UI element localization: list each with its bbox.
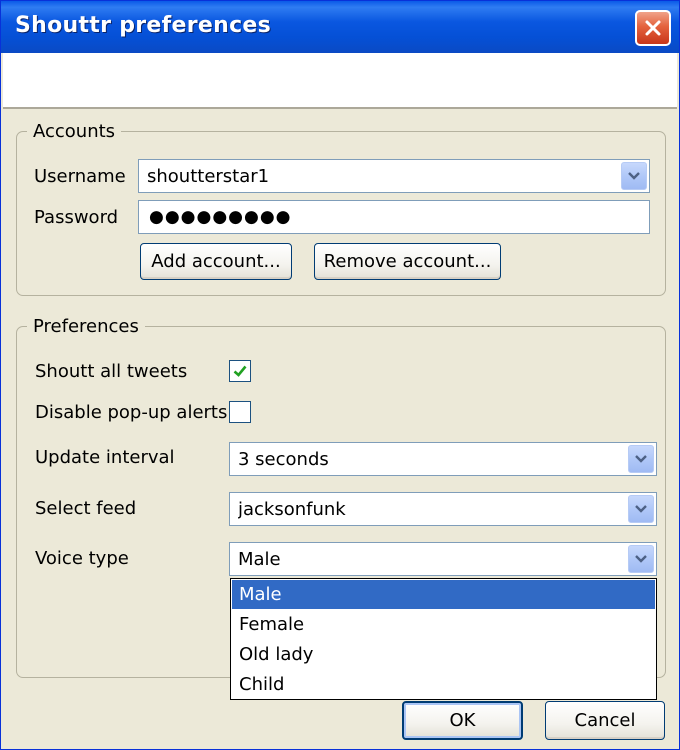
ok-button[interactable]: OK — [402, 701, 523, 740]
chevron-down-icon — [635, 455, 647, 463]
close-button[interactable] — [635, 10, 671, 46]
disable-popups-label: Disable pop-up alerts — [35, 402, 228, 423]
checkmark-icon — [233, 365, 247, 377]
ok-label: OK — [449, 710, 476, 731]
select-feed-select[interactable]: jacksonfunk — [229, 492, 657, 526]
disable-popups-checkbox[interactable] — [229, 401, 251, 423]
remove-account-button[interactable]: Remove account... — [314, 243, 501, 280]
password-value: ●●●●●●●●● — [149, 207, 292, 227]
voice-option[interactable]: Child — [232, 670, 655, 699]
voice-option[interactable]: Male — [232, 580, 655, 609]
preferences-legend: Preferences — [27, 316, 145, 337]
chevron-down-icon — [628, 172, 640, 180]
close-icon — [645, 20, 661, 36]
select-feed-label: Select feed — [35, 498, 137, 519]
update-interval-select[interactable]: 3 seconds — [229, 442, 657, 476]
username-combo[interactable]: shoutterstar1 — [138, 159, 650, 193]
username-dropdown-button[interactable] — [621, 162, 647, 190]
select-feed-dropdown-button[interactable] — [628, 495, 654, 523]
preferences-dialog: Shouttr preferences Accounts Username sh… — [0, 0, 680, 750]
voice-type-dropdown-button[interactable] — [628, 545, 654, 573]
voice-option[interactable]: Female — [232, 610, 655, 639]
shoutt-all-label: Shoutt all tweets — [35, 361, 188, 382]
voice-type-label: Voice type — [35, 548, 129, 569]
window-title: Shouttr preferences — [15, 13, 272, 38]
accounts-legend: Accounts — [27, 121, 122, 142]
voice-type-dropdown-list: Male Female Old lady Child — [230, 578, 657, 700]
chevron-down-icon — [635, 555, 647, 563]
password-field[interactable]: ●●●●●●●●● — [138, 200, 650, 234]
shoutt-all-checkbox[interactable] — [229, 360, 251, 382]
voice-type-value: Male — [238, 548, 281, 570]
title-bar[interactable]: Shouttr preferences — [1, 1, 679, 53]
update-interval-dropdown-button[interactable] — [628, 445, 654, 473]
voice-option[interactable]: Old lady — [232, 640, 655, 669]
username-value: shoutterstar1 — [147, 165, 270, 187]
cancel-button[interactable]: Cancel — [545, 701, 665, 740]
chevron-down-icon — [635, 505, 647, 513]
username-label: Username — [34, 166, 126, 187]
update-interval-value: 3 seconds — [238, 448, 329, 470]
update-interval-label: Update interval — [35, 447, 175, 468]
voice-type-select[interactable]: Male — [229, 542, 657, 576]
add-account-label: Add account... — [151, 251, 281, 272]
add-account-button[interactable]: Add account... — [140, 243, 292, 280]
password-label: Password — [34, 207, 119, 228]
header-banner — [3, 53, 677, 109]
cancel-label: Cancel — [574, 710, 636, 731]
remove-account-label: Remove account... — [323, 251, 492, 272]
select-feed-value: jacksonfunk — [238, 498, 346, 520]
